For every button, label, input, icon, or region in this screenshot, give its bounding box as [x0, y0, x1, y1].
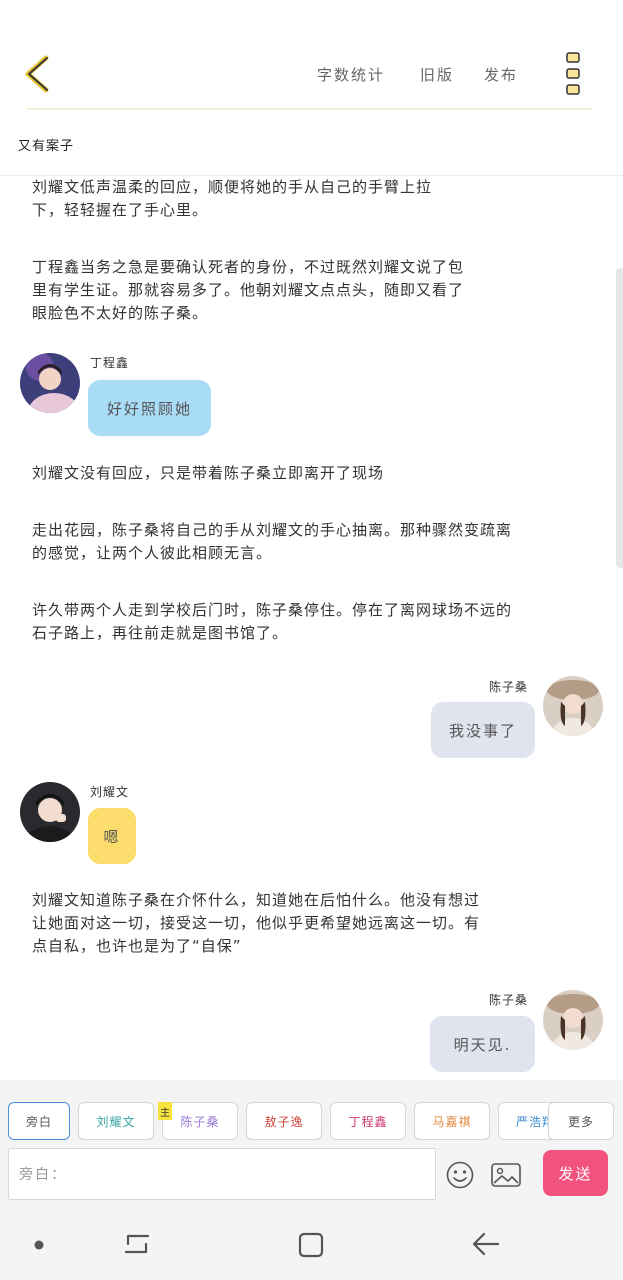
message-text: 好好照顾她 [106, 399, 192, 418]
more-menu-button[interactable] [562, 50, 584, 98]
story-content[interactable]: 刘耀文低声温柔的回应，顺便将她的手从自己的手臂上拉 下，轻轻握在了手心里。 丁程… [0, 176, 623, 1080]
avatar-ding-chengxin[interactable] [20, 353, 80, 413]
send-label: 发送 [558, 1164, 593, 1183]
text-line: 许久带两个人走到学校后门时，陈子桑停住。停在了离网球场不远的 [32, 601, 513, 619]
chip-label: 陈子桑 [180, 1114, 220, 1129]
text-line: 里有学生证。那就容易多了。他朝刘耀文点点头，随即又看了 [32, 281, 465, 299]
narration-paragraph: 刘耀文知道陈子桑在介怀什么，知道她在后怕什么。他没有想过 让她面对这一切，接受这… [32, 889, 592, 958]
emoji-button[interactable] [445, 1160, 475, 1190]
system-navigation-bar [0, 1208, 623, 1280]
narration-paragraph: 丁程鑫当务之急是要确认死者的身份，不过既然刘耀文说了包 里有学生证。那就容易多了… [32, 256, 592, 325]
scrollbar[interactable] [616, 268, 623, 568]
dot-icon[interactable] [32, 1238, 46, 1252]
chip-label: 刘耀文 [96, 1114, 136, 1129]
recent-apps-icon[interactable] [122, 1230, 152, 1258]
chip-label: 敖子逸 [264, 1114, 304, 1129]
avatar-chen-zisang[interactable] [543, 990, 603, 1050]
message-bubble[interactable]: 我没事了 [431, 702, 535, 758]
chapter-title[interactable]: 又有案子 [18, 135, 74, 154]
avatar-liu-yaowen[interactable] [20, 782, 80, 842]
character-chip-ao-ziyi[interactable]: 敖子逸 [246, 1102, 322, 1140]
main-character-badge: 主 [158, 1102, 172, 1120]
chip-label: 旁白 [25, 1114, 52, 1129]
narration-paragraph: 许久带两个人走到学校后门时，陈子桑停住。停在了离网球场不远的 石子路上，再往前走… [32, 599, 592, 645]
compose-panel: 旁白 刘耀文 陈子桑 主 敖子逸 丁程鑫 马嘉祺 严浩翔 更多 旁白： 发送 [0, 1080, 623, 1208]
narration-paragraph: 走出花园，陈子桑将自己的手从刘耀文的手心抽离。那种骤然变疏离 的感觉，让两个人彼… [32, 519, 592, 565]
text-line: 点自私，也许也是为了“自保” [32, 937, 242, 955]
speaker-name: 陈子桑 [489, 993, 529, 1007]
chip-label: 更多 [567, 1114, 594, 1129]
more-characters-button[interactable]: 更多 [548, 1102, 614, 1140]
text-line: 让她面对这一切，接受这一切，他似乎更希望她远离这一切。有 [32, 914, 481, 932]
word-count-link[interactable]: 字数统计 [317, 64, 385, 85]
top-bar: 字数统计 旧版 发布 [0, 0, 623, 112]
chip-label: 丁程鑫 [348, 1114, 388, 1129]
narration-paragraph: 刘耀文低声温柔的回应，顺便将她的手从自己的手臂上拉 下，轻轻握在了手心里。 [32, 176, 592, 222]
message-bubble[interactable]: 好好照顾她 [88, 380, 211, 436]
image-icon [491, 1163, 521, 1187]
message-text: 我没事了 [448, 721, 517, 740]
message-text: 嗯 [103, 827, 121, 846]
image-button[interactable] [490, 1160, 522, 1190]
text-line: 眼脸色不太好的陈子桑。 [32, 304, 209, 322]
text-line: 下，轻轻握在了手心里。 [32, 201, 209, 219]
text-line: 刘耀文低声温柔的回应，顺便将她的手从自己的手臂上拉 [32, 178, 433, 196]
text-line: 丁程鑫当务之急是要确认死者的身份，不过既然刘耀文说了包 [32, 258, 465, 276]
message-text: 明天见. [453, 1035, 512, 1054]
narration-paragraph: 刘耀文没有回应，只是带着陈子桑立即离开了现场 [32, 462, 592, 485]
back-nav-icon[interactable] [470, 1230, 502, 1258]
speaker-name: 丁程鑫 [90, 356, 130, 370]
text-line: 的感觉，让两个人彼此相顾无言。 [32, 544, 273, 562]
input-placeholder: 旁白： [19, 1167, 67, 1183]
character-chip-narrator[interactable]: 旁白 [8, 1102, 70, 1140]
smiley-icon [446, 1161, 474, 1189]
text-line: 刘耀文没有回应，只是带着陈子桑立即离开了现场 [32, 464, 385, 482]
chip-label: 马嘉祺 [432, 1114, 472, 1129]
text-line: 刘耀文知道陈子桑在介怀什么，知道她在后怕什么。他没有想过 [32, 891, 481, 909]
text-line: 石子路上，再往前走就是图书馆了。 [32, 624, 289, 642]
message-bubble[interactable]: 明天见. [430, 1016, 535, 1072]
old-version-link[interactable]: 旧版 [420, 64, 454, 85]
back-button[interactable] [20, 52, 60, 96]
text-line: 走出花园，陈子桑将自己的手从刘耀文的手心抽离。那种骤然变疏离 [32, 521, 513, 539]
message-input[interactable]: 旁白： [8, 1148, 436, 1200]
send-button[interactable]: 发送 [543, 1150, 608, 1196]
chevron-left-icon [25, 55, 49, 93]
speaker-name: 陈子桑 [489, 680, 529, 694]
header-divider [26, 108, 592, 110]
avatar-chen-zisang[interactable] [543, 676, 603, 736]
character-chip-liu-yaowen[interactable]: 刘耀文 [78, 1102, 154, 1140]
vertical-dots-icon [566, 52, 580, 95]
character-chip-chen-zisang[interactable]: 陈子桑 [162, 1102, 238, 1140]
publish-link[interactable]: 发布 [484, 64, 518, 85]
character-chip-ma-jiaqi[interactable]: 马嘉祺 [414, 1102, 490, 1140]
message-bubble[interactable]: 嗯 [88, 808, 136, 864]
chapter-title-bar: 又有案子 [0, 130, 623, 176]
speaker-name: 刘耀文 [90, 785, 130, 799]
home-icon[interactable] [296, 1230, 326, 1260]
character-chip-ding-chengxin[interactable]: 丁程鑫 [330, 1102, 406, 1140]
